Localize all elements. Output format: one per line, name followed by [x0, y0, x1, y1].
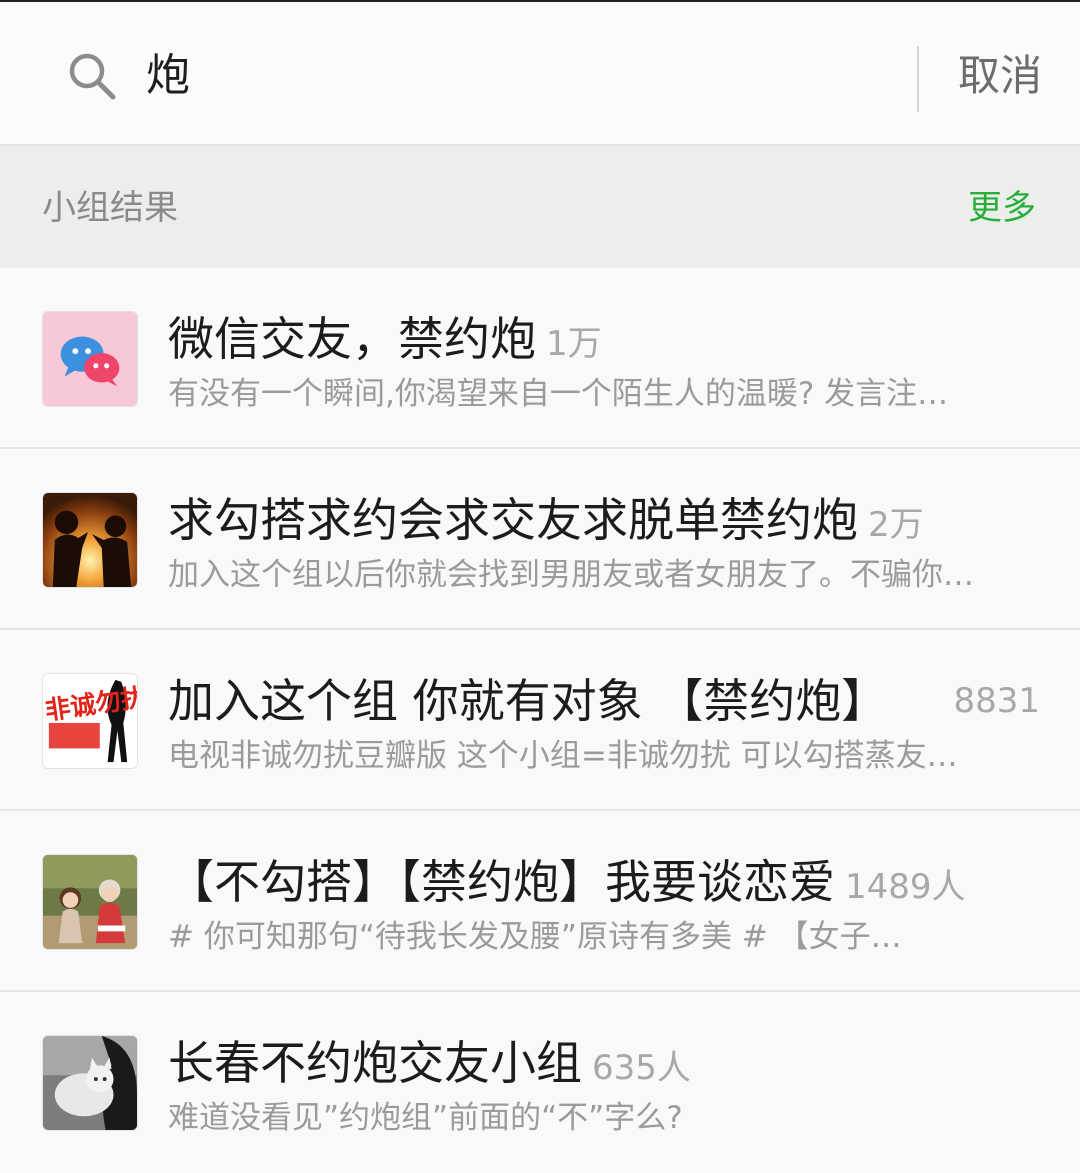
member-count: 2万 — [868, 505, 924, 545]
group-title: 【不勾搭】【禁约炮】我要谈恋爱 — [168, 855, 835, 909]
list-item[interactable]: 微信交友，禁约炮 1万 有没有一个瞬间,你渴望来自一个陌生人的温暖? 发言注… — [0, 268, 1080, 449]
list-item-title-line: 【不勾搭】【禁约炮】我要谈恋爱 1489人 — [168, 851, 1040, 918]
search-bar: 炮 取消 — [0, 0, 1080, 146]
list-item-title-line: 微信交友，禁约炮 1万 — [168, 308, 1040, 375]
list-item[interactable]: 【不勾搭】【禁约炮】我要谈恋爱 1489人 # 你可知那句“待我长发及腰”原诗有多… — [0, 811, 1080, 992]
list-item-title-line: 长春不约炮交友小组 635人 — [168, 1032, 1040, 1099]
group-description: 难道没看见”约炮组”前面的“不”字么? — [168, 1100, 683, 1136]
group-results-list: 微信交友，禁约炮1万 有没有一个瞬间,你渴望来自一个陌生人的温暖? 发言注… — [0, 268, 1080, 1173]
list-item[interactable]: 长春不约炮交友小组 635人 难道没看见”约炮组”前面的“不”字么? — [0, 992, 1080, 1173]
couple-silhouette-image — [42, 492, 138, 588]
list-item-title-line: 加入这个组 你就有对象 【禁约炮】 8831 — [168, 670, 1040, 732]
list-item[interactable]: 非诚勿扰 加入这个组 你就有对象 【禁约炮】 8831 电视非诚勿扰豆瓣版 这个小… — [0, 630, 1080, 811]
more-button[interactable]: 更多 — [968, 186, 1036, 230]
member-count: 1489人 — [845, 867, 966, 907]
section-title: 小组结果 — [42, 188, 178, 228]
wechat-logo-icon — [42, 311, 138, 407]
group-description: 电视非诚勿扰豆瓣版 这个小组=非诚勿扰 可以勾搭蒸友… — [168, 738, 958, 774]
two-girls-photo-image — [42, 854, 138, 950]
feichengwurao-logo-image: 非诚勿扰 — [42, 673, 138, 769]
group-description: # 你可知那句“待我长发及腰”原诗有多美 # 【女子… — [168, 919, 902, 955]
group-title: 微信交友，禁约炮 — [168, 312, 536, 366]
group-title: 长春不约炮交友小组 — [168, 1036, 582, 1090]
member-count: 1万 — [546, 324, 602, 364]
search-divider — [917, 46, 919, 112]
list-item-title-line: 求勾搭求约会求交友求脱单禁约炮 2万 — [168, 489, 1040, 556]
section-header: 小组结果 更多 — [0, 146, 1080, 268]
group-title: 求勾搭求约会求交友求脱单禁约炮 — [168, 493, 858, 547]
cancel-button[interactable]: 取消 — [940, 46, 1060, 106]
list-item[interactable]: 求勾搭求约会求交友求脱单禁约炮 2万 加入这个组以后你就会找到男朋友或者女朋友了。… — [0, 449, 1080, 630]
member-count: 635人 — [592, 1048, 691, 1088]
group-description: 加入这个组以后你就会找到男朋友或者女朋友了。不骗你… — [168, 557, 974, 593]
search-icon — [66, 50, 118, 102]
member-count: 8831 — [953, 681, 1040, 721]
group-description: 有没有一个瞬间,你渴望来自一个陌生人的温暖? 发言注… — [168, 376, 949, 412]
group-title: 加入这个组 你就有对象 【禁约炮】 — [168, 674, 888, 728]
search-input[interactable]: 炮 — [146, 46, 190, 106]
girl-with-cat-photo-image — [42, 1035, 138, 1131]
